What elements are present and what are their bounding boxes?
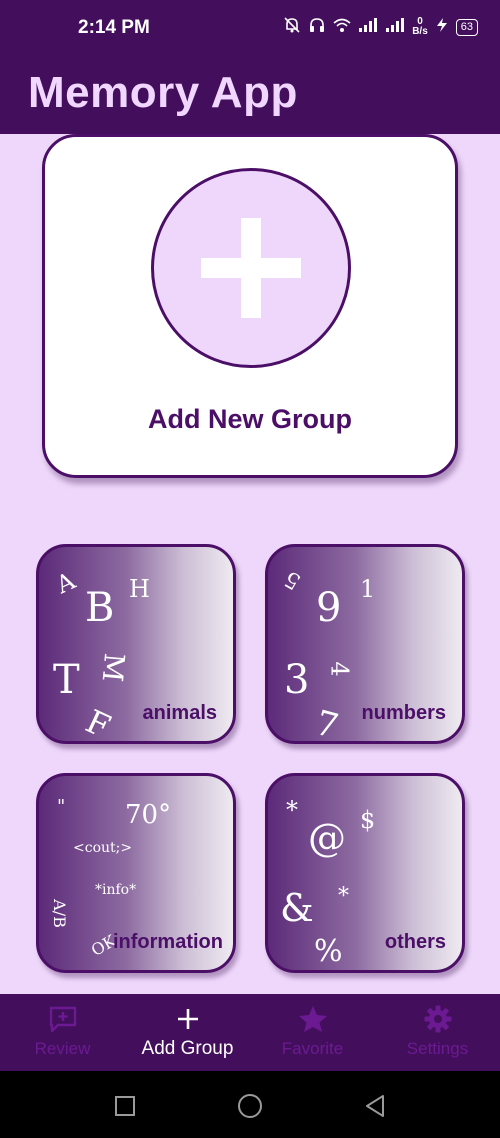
bottom-navigation: Review Add Group Favorite Settings [0,994,500,1071]
gear-icon [375,1004,500,1034]
group-label: animals [142,702,217,724]
star-icon [250,1004,375,1034]
group-card-numbers[interactable]: 5 9 1 3 4 7 numbers [265,544,465,744]
status-bar: 2:14 PM 0 B/s 63 [0,0,500,56]
card-glyph: T [53,657,80,703]
review-icon [0,1004,125,1034]
card-glyph: 3 [284,657,310,703]
back-icon[interactable] [360,1091,390,1121]
card-glyph: 7 [311,702,343,744]
recents-icon[interactable] [110,1091,140,1121]
home-icon[interactable] [235,1091,265,1121]
card-glyph: $ [360,806,376,834]
nav-item-review[interactable]: Review [0,994,125,1071]
group-label: others [384,931,446,953]
group-label: numbers [361,702,446,724]
card-glyph: A [51,566,80,600]
card-glyph: F [80,702,117,744]
card-glyph: 4 [325,661,354,677]
nav-label: Settings [406,1039,469,1058]
card-glyph: <cout;> [73,840,133,856]
nav-label: Review [34,1039,91,1058]
nav-label: Add Group [141,1038,234,1059]
signal-icon [358,17,378,37]
card-glyph: B [85,585,115,631]
group-card-others[interactable]: * @ $ & * % others [265,773,465,973]
nav-item-settings[interactable]: Settings [375,994,500,1071]
mute-bell-icon [283,16,301,38]
nav-item-favorite[interactable]: Favorite [250,994,375,1071]
net-speed: 0 B/s [412,17,428,37]
card-glyph: 9 [316,585,342,631]
card-glyph: " [57,796,66,817]
charging-icon [435,17,449,37]
plus-icon [125,1004,250,1034]
app-title: Memory App [28,68,298,117]
card-glyph: * [338,884,349,909]
net-speed-unit: B/s [412,26,428,37]
card-glyph: *info* [95,882,137,898]
card-glyph: M [95,651,132,684]
card-glyph: & [280,886,314,930]
battery-indicator: 63 [455,18,478,36]
card-glyph: % [314,934,343,969]
system-navigation-bar [0,1071,500,1138]
nav-item-add-group[interactable]: Add Group [125,994,250,1071]
add-group-card[interactable]: Add New Group [42,134,458,478]
group-card-animals[interactable]: A B H T M F animals [36,544,236,744]
wifi-icon [333,17,351,37]
card-glyph: 5 [280,565,306,594]
group-card-information[interactable]: " 70° <cout;> *info* A/B OK information [36,773,236,973]
add-group-label: Add New Group [148,404,352,434]
card-glyph: A/B [49,899,69,928]
status-icons: 0 B/s 63 [283,16,478,38]
headphones-icon [308,16,326,38]
card-glyph: 70° [125,800,172,830]
app-bar: Memory App [0,56,500,134]
status-time: 2:14 PM [78,17,150,38]
card-glyph: @ [308,816,346,860]
card-glyph: H [129,575,150,603]
card-glyph: * [286,796,298,824]
group-label: information [113,931,223,953]
add-group-circle[interactable] [151,168,351,368]
card-glyph: 1 [360,575,376,603]
signal-icon [385,17,405,37]
nav-label: Favorite [281,1039,344,1058]
